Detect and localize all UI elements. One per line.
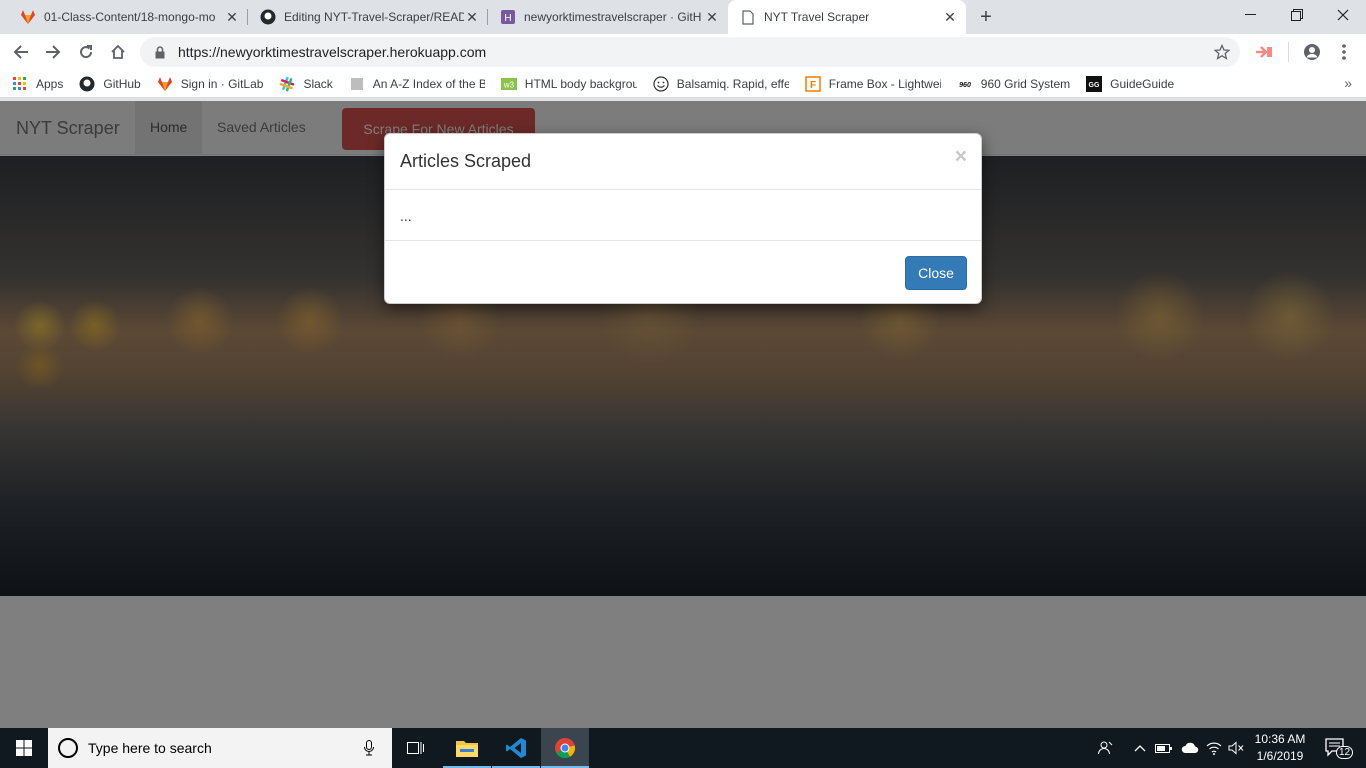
bookmark-960-grid[interactable]: 960 960 Grid System — [957, 76, 1070, 92]
volume-muted-icon[interactable] — [1226, 728, 1246, 768]
modal-footer: Close — [385, 240, 981, 304]
toolbar-divider — [1288, 42, 1289, 62]
tab-nyt-travel-scraper[interactable]: NYT Travel Scraper ✕ — [728, 0, 966, 34]
close-tab-icon[interactable]: ✕ — [224, 9, 240, 25]
gitlab-icon — [20, 9, 36, 25]
modal-close-icon[interactable]: × — [955, 146, 967, 167]
windows-taskbar: Type here to search 10:36 AM 1/6/2019 12 — [0, 728, 1366, 768]
modal-close-button[interactable]: Close — [905, 256, 967, 290]
vscode-app[interactable] — [492, 728, 540, 768]
back-button[interactable] — [9, 40, 33, 64]
restore-button[interactable] — [1274, 0, 1320, 30]
close-tab-icon[interactable]: ✕ — [704, 9, 720, 25]
forward-button[interactable] — [41, 40, 65, 64]
modal-body-text: ... — [400, 208, 412, 224]
svg-text:960: 960 — [959, 81, 971, 89]
articles-scraped-modal: Articles Scraped × ... Close — [384, 133, 982, 304]
framebox-icon: F — [805, 75, 821, 92]
heroku-icon: H — [500, 9, 516, 25]
home-button[interactable] — [106, 40, 130, 64]
lock-icon — [152, 44, 168, 60]
tab-heroku[interactable]: H newyorktimestravelscraper · GitH ✕ — [488, 0, 728, 34]
profile-icon[interactable] — [1300, 40, 1324, 64]
svg-text:F: F — [810, 80, 816, 91]
cloud-sync-icon[interactable] — [1180, 728, 1200, 768]
smiley-icon — [653, 75, 669, 92]
chrome-app[interactable] — [541, 728, 589, 768]
tab-editing-readme[interactable]: Editing NYT-Travel-Scraper/READ ✕ — [248, 0, 488, 34]
action-center-button[interactable]: 12 — [1320, 728, 1354, 768]
page-icon — [349, 76, 365, 92]
svg-text:GG: GG — [1089, 82, 1100, 89]
url-text: https://newyorktimestravelscraper.heroku… — [178, 44, 487, 60]
bookmark-apps[interactable]: Apps — [12, 76, 63, 92]
tab-class-content[interactable]: 01-Class-Content/18-mongo-mo ✕ — [8, 0, 248, 34]
search-placeholder: Type here to search — [88, 740, 212, 756]
bookmark-frame-box[interactable]: F Frame Box - Lightwei — [805, 75, 941, 92]
vscode-icon — [506, 738, 526, 758]
task-view-icon — [407, 742, 424, 754]
tab-strip: 01-Class-Content/18-mongo-mo ✕ Editing N… — [0, 0, 1366, 34]
show-hidden-icons-icon[interactable] — [1132, 728, 1148, 768]
bookmark-html-body[interactable]: w3 HTML body backgrou — [500, 76, 637, 92]
apps-grid-icon — [12, 76, 28, 92]
bookmark-balsamiq[interactable]: Balsamiq. Rapid, effe — [653, 75, 789, 92]
slack-icon — [279, 76, 295, 92]
bookmark-slack[interactable]: Slack — [279, 76, 333, 92]
bookmark-gitlab[interactable]: Sign in · GitLab — [157, 76, 263, 92]
cortana-icon — [58, 738, 78, 758]
bookmark-star-icon[interactable] — [1212, 42, 1232, 62]
folder-icon — [456, 741, 478, 757]
chrome-menu-icon[interactable] — [1332, 40, 1356, 64]
page-icon — [740, 9, 756, 25]
bookmarks-overflow-button[interactable]: » — [1344, 75, 1352, 91]
w3-icon: w3 — [500, 76, 517, 92]
task-view-button[interactable] — [392, 728, 440, 768]
people-icon[interactable] — [1094, 728, 1116, 768]
clock-time: 10:36 AM — [1254, 732, 1306, 746]
battery-icon[interactable] — [1154, 728, 1174, 768]
close-window-button[interactable] — [1320, 0, 1366, 30]
microphone-icon[interactable] — [360, 738, 378, 758]
browser-toolbar: https://newyorktimestravelscraper.heroku… — [0, 34, 1366, 70]
address-bar[interactable]: https://newyorktimestravelscraper.heroku… — [140, 37, 1240, 67]
reload-button[interactable] — [74, 40, 98, 64]
taskbar-search-box[interactable]: Type here to search — [48, 728, 392, 768]
close-tab-icon[interactable]: ✕ — [942, 9, 958, 25]
windows-logo-icon — [16, 740, 32, 756]
github-icon — [260, 9, 276, 25]
wifi-icon[interactable] — [1204, 728, 1224, 768]
taskbar-clock[interactable]: 10:36 AM 1/6/2019 — [1250, 731, 1310, 765]
file-explorer-app[interactable] — [443, 728, 491, 768]
github-icon — [79, 76, 95, 92]
modal-title: Articles Scraped — [400, 151, 532, 171]
start-button[interactable] — [0, 728, 48, 768]
clock-date: 1/6/2019 — [1256, 749, 1304, 763]
extension-icon[interactable] — [1252, 40, 1276, 64]
bookmark-az-index[interactable]: An A-Z Index of the B — [349, 76, 485, 92]
notification-count-badge: 12 — [1336, 746, 1354, 759]
guideguide-icon: GG — [1086, 75, 1103, 92]
bookmarks-bar: Apps GitHub Sign in · GitLab Slack An A-… — [0, 70, 1366, 98]
new-tab-button[interactable]: + — [975, 6, 997, 28]
chrome-icon — [555, 738, 576, 759]
bookmark-github[interactable]: GitHub — [79, 76, 141, 92]
modal-header: Articles Scraped × — [385, 134, 981, 190]
svg-text:w3: w3 — [503, 80, 515, 89]
close-tab-icon[interactable]: ✕ — [464, 9, 480, 25]
minimize-button[interactable] — [1228, 0, 1274, 30]
bookmark-guideguide[interactable]: GG GuideGuide — [1086, 75, 1174, 92]
svg-text:H: H — [504, 13, 511, 24]
gitlab-icon — [157, 76, 173, 92]
960-icon: 960 — [957, 76, 973, 92]
page-viewport: NYT Scraper Home Saved Articles Scrape F… — [0, 101, 1366, 728]
